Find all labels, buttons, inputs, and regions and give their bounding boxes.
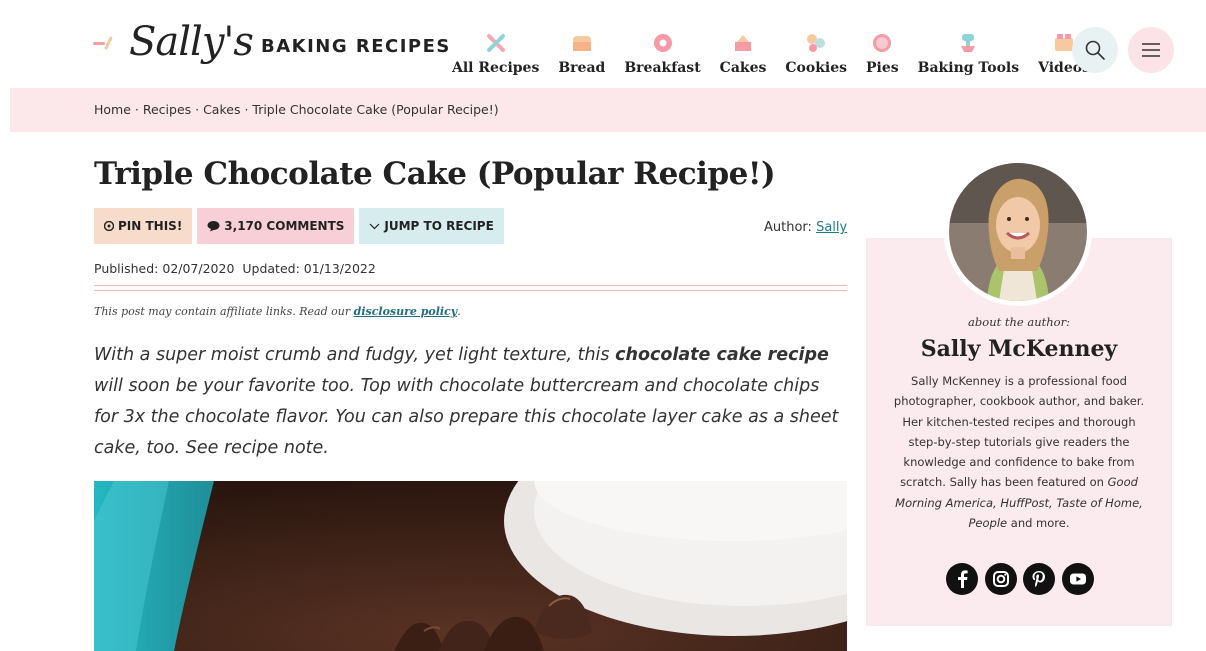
main-nav: All Recipes Bread Breakfast Cakes Cookie… — [452, 24, 1109, 76]
nav-item-bread[interactable]: Bread — [558, 32, 605, 76]
page-title: Triple Chocolate Cake (Popular Recipe!) — [94, 156, 776, 192]
post-author: Author: Sally — [764, 220, 847, 235]
author-avatar — [944, 158, 1092, 306]
cake-photo — [94, 481, 847, 651]
facebook-link[interactable] — [946, 563, 978, 595]
site-header: Sally's BAKING RECIPES All Recipes Bread… — [0, 0, 1206, 88]
comments-button[interactable]: 3,170 COMMENTS — [197, 208, 355, 244]
updated-date: Updated: 01/13/2022 — [242, 261, 376, 276]
logo-text: BAKING RECIPES — [260, 35, 451, 57]
comments-label: 3,170 COMMENTS — [224, 219, 345, 233]
stand-mixer-icon — [957, 32, 979, 54]
nav-item-baking-tools[interactable]: Baking Tools — [918, 32, 1019, 76]
facebook-icon — [958, 570, 968, 588]
search-button[interactable] — [1072, 27, 1118, 73]
intro-text-1: With a super moist crumb and fudgy, yet … — [94, 345, 610, 365]
breadcrumb-home[interactable]: Home — [94, 102, 131, 117]
nav-item-pies[interactable]: Pies — [866, 32, 899, 76]
logo-script-text: Sally's — [129, 19, 254, 65]
jump-to-recipe-button[interactable]: JUMP TO RECIPE — [359, 208, 504, 244]
breadcrumb-cakes[interactable]: Cakes — [203, 102, 240, 117]
breadcrumb-separator: · — [191, 102, 204, 117]
post-actions: PIN THIS! 3,170 COMMENTS JUMP TO RECIPE — [94, 208, 509, 244]
nav-item-cookies[interactable]: Cookies — [785, 32, 847, 76]
nav-label: Baking Tools — [917, 60, 1020, 76]
bio-text: Sally McKenney is a professional food ph… — [893, 374, 1145, 490]
breadcrumb-separator: · — [240, 102, 253, 117]
cake-icon — [732, 32, 754, 54]
youtube-link[interactable] — [1061, 563, 1094, 595]
author-prefix: Author: — [764, 220, 812, 235]
breadcrumb-separator: · — [130, 102, 143, 117]
post-dates: Published: 02/07/2020 Updated: 01/13/202… — [94, 261, 376, 276]
instagram-icon — [992, 571, 1009, 587]
youtube-icon — [1069, 573, 1086, 585]
author-bio: Sally McKenney is a professional food ph… — [890, 371, 1148, 533]
pinterest-icon — [1032, 571, 1046, 587]
author-link[interactable]: Sally — [816, 220, 847, 235]
nav-label: Cakes — [719, 60, 767, 76]
pie-icon — [871, 32, 893, 54]
pin-button[interactable]: PIN THIS! — [94, 208, 193, 244]
nav-label: Pies — [866, 60, 899, 76]
breadcrumb-current: Triple Chocolate Cake (Popular Recipe!) — [252, 102, 499, 117]
bread-loaf-icon — [571, 32, 593, 54]
affiliate-text: This post may contain affiliate links. R… — [94, 305, 351, 318]
donut-icon — [652, 32, 674, 54]
nav-item-breakfast[interactable]: Breakfast — [624, 32, 701, 76]
nav-label: All Recipes — [452, 60, 540, 76]
disclosure-policy-link[interactable]: disclosure policy — [354, 305, 458, 318]
breadcrumb-bar: Home · Recipes · Cakes · Triple Chocolat… — [10, 88, 1206, 132]
hamburger-menu-icon — [1142, 43, 1160, 57]
whisk-spoon-icon — [485, 32, 507, 54]
nav-item-cakes[interactable]: Cakes — [719, 32, 767, 76]
intro-paragraph: With a super moist crumb and fudgy, yet … — [94, 340, 846, 464]
published-date: Published: 02/07/2020 — [94, 261, 235, 276]
menu-button[interactable] — [1128, 27, 1174, 73]
nav-item-all-recipes[interactable]: All Recipes — [452, 32, 539, 76]
author-name: Sally McKenney — [920, 336, 1118, 362]
pinterest-icon — [104, 221, 114, 231]
pin-label: PIN THIS! — [118, 219, 183, 233]
bio-end: and more. — [1010, 516, 1070, 531]
breadcrumb-recipes[interactable]: Recipes — [143, 102, 191, 117]
nav-label: Bread — [558, 60, 606, 76]
breadcrumb: Home · Recipes · Cakes · Triple Chocolat… — [94, 102, 499, 117]
cookies-icon — [805, 32, 827, 54]
site-logo[interactable]: Sally's BAKING RECIPES — [93, 18, 451, 66]
affiliate-disclosure: This post may contain affiliate links. R… — [94, 305, 461, 318]
nav-label: Breakfast — [624, 60, 701, 76]
intro-text-2: will soon be your favorite too. Top with… — [94, 376, 839, 458]
social-links — [946, 563, 1094, 595]
divider — [94, 285, 847, 291]
comment-bubble-icon — [207, 221, 220, 232]
logo-mark-icon — [93, 32, 123, 52]
nav-label: Cookies — [785, 60, 848, 76]
about-label: about the author: — [968, 315, 1070, 329]
jump-label: JUMP TO RECIPE — [384, 219, 494, 233]
pinterest-link[interactable] — [1023, 563, 1056, 595]
affiliate-end: . — [457, 305, 461, 318]
instagram-link[interactable] — [984, 563, 1017, 595]
intro-bold: chocolate cake recipe — [615, 345, 829, 365]
chevron-down-icon — [369, 223, 380, 229]
search-icon — [1085, 40, 1105, 60]
